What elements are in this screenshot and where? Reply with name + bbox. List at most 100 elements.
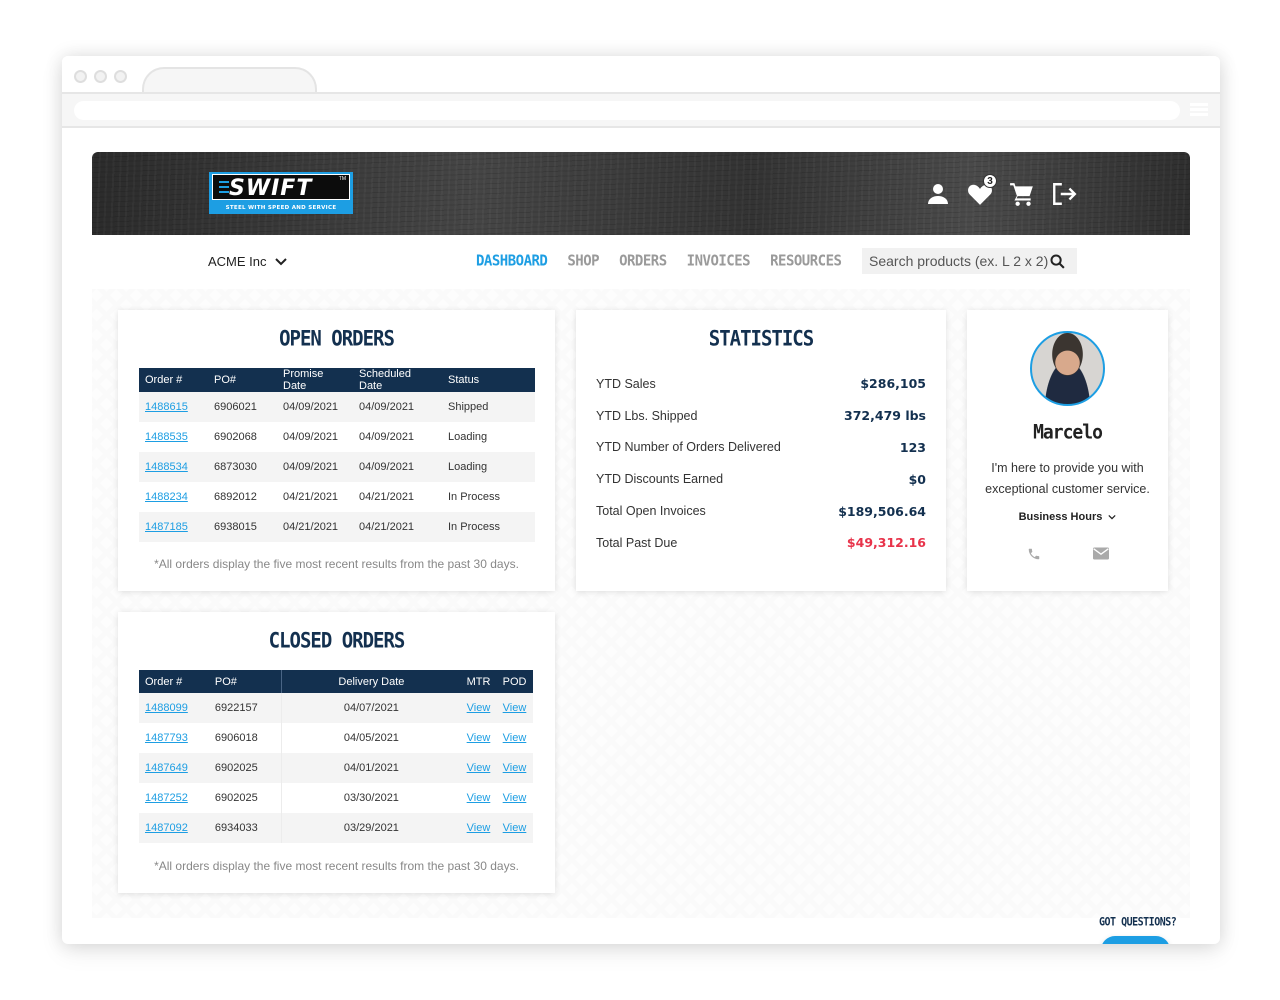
browser-menu-icon[interactable]: [1190, 103, 1208, 117]
account-button[interactable]: [924, 180, 952, 208]
order-number-link[interactable]: 1487092: [145, 822, 188, 834]
nav-resources[interactable]: RESOURCES: [770, 252, 842, 270]
mtr-cell: View: [461, 723, 497, 753]
open-order-row: 1488535 6902068 04/09/2021 04/09/2021 Loadin…: [139, 422, 535, 452]
pod-cell: View: [496, 693, 533, 723]
search-input[interactable]: [869, 253, 1049, 269]
order-number-link[interactable]: 1488534: [145, 461, 188, 473]
order-number-cell: 1487252: [139, 783, 209, 813]
nav-invoices[interactable]: INVOICES: [687, 252, 751, 270]
closed-order-row: 1488099 6922157 04/07/2021 View View: [139, 693, 533, 723]
cart-button[interactable]: [1008, 180, 1036, 208]
column-header: MTR: [460, 670, 497, 693]
pod-view-link[interactable]: View: [503, 702, 527, 714]
order-number-cell: 1488615: [139, 392, 208, 422]
window-close-button[interactable]: [74, 70, 87, 83]
order-number-link[interactable]: 1487793: [145, 732, 188, 744]
browser-titlebar: [62, 56, 1220, 97]
pod-view-link[interactable]: View: [503, 822, 527, 834]
order-number-link[interactable]: 1487185: [145, 521, 188, 533]
status-cell: In Process: [442, 512, 535, 542]
search-icon[interactable]: [1049, 253, 1066, 270]
promise-date-cell: 04/21/2021: [277, 512, 353, 542]
chat-button[interactable]: [1101, 936, 1170, 944]
scheduled-date-cell: 04/21/2021: [359, 491, 415, 503]
chevron-down-icon: [1108, 514, 1117, 520]
statistic-row: YTD Discounts Earned $0: [596, 463, 926, 495]
pod-cell: View: [496, 813, 533, 843]
dashboard-content: OPEN ORDERS Order # PO# Promise Date Sch…: [92, 289, 1190, 944]
mtr-view-link[interactable]: View: [467, 732, 491, 744]
statistic-value: 372,479 lbs: [844, 408, 926, 424]
statistic-label: YTD Discounts Earned: [596, 472, 724, 487]
statistic-value: 123: [899, 439, 926, 455]
mtr-view-link[interactable]: View: [467, 822, 491, 834]
order-number-link[interactable]: 1488234: [145, 491, 188, 503]
address-bar[interactable]: [74, 101, 1180, 120]
nav-menu: DASHBOARD SHOP ORDERS INVOICES RESOURCES: [476, 252, 842, 270]
statistic-row: YTD Lbs. Shipped 372,479 lbs: [596, 400, 926, 432]
column-header: POD: [496, 670, 533, 693]
mtr-view-link[interactable]: View: [467, 792, 491, 804]
statistic-value: $286,105: [860, 376, 926, 392]
order-number-link[interactable]: 1488615: [145, 401, 188, 413]
nav-dashboard[interactable]: DASHBOARD: [476, 252, 548, 270]
order-number-link[interactable]: 1488535: [145, 431, 188, 443]
logo-tagline: STEEL WITH SPEED AND SERVICE: [225, 205, 337, 211]
closed-orders-title: CLOSED ORDERS: [268, 628, 406, 654]
open-orders-table: Order # PO# Promise Date Scheduled Date …: [139, 368, 535, 542]
order-number-link[interactable]: 1488099: [145, 702, 188, 714]
statistic-label: YTD Number of Orders Delivered: [596, 440, 781, 455]
pod-view-link[interactable]: View: [503, 792, 527, 804]
promise-date-cell: 04/21/2021: [283, 491, 339, 503]
email-icon[interactable]: [1093, 547, 1109, 560]
po-number-cell: 6873030: [208, 452, 277, 482]
column-header: Order #: [139, 670, 209, 693]
order-number-link[interactable]: 1487649: [145, 762, 188, 774]
status-cell: Loading: [448, 431, 488, 443]
browser-toolbar: [62, 92, 1220, 128]
statistic-value: $189,506.64: [838, 503, 926, 519]
closed-orders-table: Order # PO# Delivery Date MTR POD 148809…: [139, 670, 533, 843]
mtr-view-link[interactable]: View: [467, 702, 491, 714]
phone-icon[interactable]: [1027, 547, 1041, 561]
statistic-label: YTD Sales: [596, 376, 656, 391]
chat-label: GOT QUESTIONS?: [1099, 916, 1177, 929]
favorites-button[interactable]: 3: [966, 174, 997, 208]
product-search: [862, 248, 1077, 274]
browser-window: SWIFT TM STEEL WITH SPEED AND SERVICE 3: [62, 56, 1220, 944]
closed-orders-note: *All orders display the five most recent…: [154, 859, 519, 873]
po-number-cell: 6902025: [208, 783, 283, 813]
window-minimize-button[interactable]: [94, 70, 107, 83]
page: SWIFT TM STEEL WITH SPEED AND SERVICE 3: [92, 152, 1190, 944]
promise-date-cell: 04/09/2021: [277, 452, 353, 482]
scheduled-date-cell: 04/09/2021: [353, 392, 442, 422]
pod-cell: View: [497, 723, 533, 753]
rep-contact-actions: [1027, 547, 1109, 561]
column-header: Scheduled Date: [353, 368, 442, 392]
pod-view-link[interactable]: View: [503, 732, 527, 744]
scheduled-date-cell: 04/09/2021: [353, 452, 442, 482]
cart-icon: [1010, 183, 1033, 206]
nav-orders[interactable]: ORDERS: [619, 252, 667, 270]
statistic-label: Total Past Due: [596, 535, 678, 550]
logout-button[interactable]: [1050, 180, 1078, 208]
swift-logo[interactable]: SWIFT TM STEEL WITH SPEED AND SERVICE: [209, 172, 353, 214]
column-header: Order #: [139, 368, 208, 392]
header-actions: 3: [924, 174, 1078, 208]
order-number-link[interactable]: 1487252: [145, 792, 188, 804]
statistics-title: STATISTICS: [708, 326, 814, 352]
order-number-cell: 1487793: [139, 723, 209, 753]
open-order-row: 1488534 6873030 04/09/2021 04/09/2021 Loadin…: [139, 452, 535, 482]
order-number-cell: 1487185: [139, 512, 208, 542]
nav-shop[interactable]: SHOP: [567, 252, 599, 270]
open-order-row: 1488615 6906021 04/09/2021 04/09/2021 Shippe…: [139, 392, 535, 422]
open-orders-card: OPEN ORDERS Order # PO# Promise Date Sch…: [118, 310, 555, 591]
pod-cell: View: [497, 783, 533, 813]
account-selector[interactable]: ACME Inc: [208, 254, 287, 269]
business-hours-toggle[interactable]: Business Hours: [967, 511, 1168, 523]
pod-view-link[interactable]: View: [503, 762, 527, 774]
window-maximize-button[interactable]: [114, 70, 127, 83]
mtr-view-link[interactable]: View: [467, 762, 491, 774]
po-number-cell: 6902025: [208, 753, 283, 783]
